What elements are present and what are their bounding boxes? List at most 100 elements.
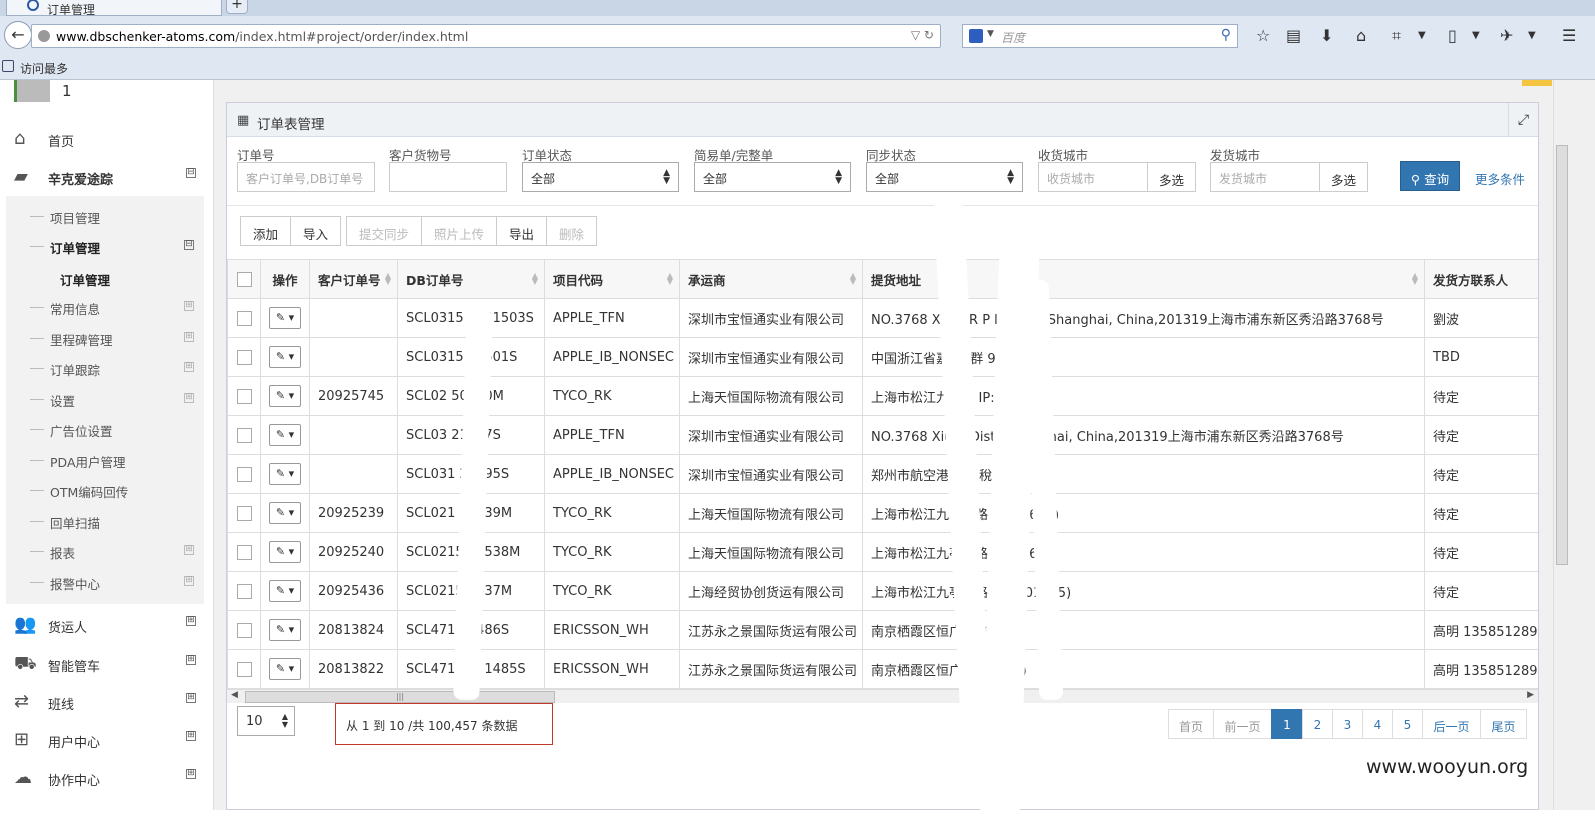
table-row[interactable]: ✎ ▾ 20925239 SCL021 50539M TYCO_RK 上海天恒国际物流有… <box>227 493 1538 533</box>
chevron-down-icon[interactable]: ▼ <box>1528 30 1536 41</box>
status-select[interactable]: 全部 ▲ ▼ <box>522 162 679 192</box>
sidebar-leaf-order-manage[interactable]: 订单管理 <box>60 270 200 289</box>
edit-icon[interactable]: ✎ ▾ <box>269 346 301 368</box>
expand-icon[interactable]: ⊞ <box>184 393 194 403</box>
row-checkbox[interactable] <box>227 337 261 377</box>
edit-icon[interactable]: ✎ ▾ <box>269 307 301 329</box>
table-row[interactable]: ✎ ▾ SCL0315 21501S APPLE_IB_NONSEC 深圳市宝恒通实业… <box>227 337 1538 377</box>
row-checkbox[interactable] <box>227 610 261 650</box>
edit-icon[interactable]: ✎ ▾ <box>269 424 301 446</box>
page-size-select[interactable]: 10 ▲ ▼ <box>237 706 295 736</box>
sidebar-item-scan[interactable]: 回单扫描 <box>6 507 204 535</box>
expand-icon[interactable]: ⊞ <box>186 693 196 703</box>
row-checkbox[interactable] <box>227 649 261 689</box>
expand-icon[interactable]: ⊞ <box>184 332 194 342</box>
edit-icon[interactable]: ✎ ▾ <box>269 658 301 680</box>
col-header-sortable[interactable]: 客户订单号 ▲ ▼ <box>309 259 398 299</box>
order-no-input[interactable]: 客户订单号,DB订单号 <box>237 162 375 192</box>
query-button[interactable]: ⚲ 查询 <box>1400 161 1460 191</box>
row-action-dropdown[interactable]: ✎ ▾ <box>260 571 310 611</box>
expand-icon[interactable]: ⊞ <box>186 655 196 665</box>
crop-icon[interactable]: ⌗ <box>1392 26 1401 46</box>
search-icon[interactable]: ⚲ <box>1221 27 1231 43</box>
row-checkbox[interactable] <box>227 532 261 572</box>
page-next[interactable]: 后一页 <box>1422 709 1481 739</box>
row-action-dropdown[interactable]: ✎ ▾ <box>260 298 310 338</box>
col-header-sortable[interactable]: 项目代码 ▲ ▼ <box>544 259 680 299</box>
cust-no-input[interactable] <box>389 162 507 192</box>
expand-icon[interactable]: ⊞ <box>186 731 196 741</box>
chevron-down-icon[interactable]: ▼ <box>1472 30 1480 41</box>
table-row[interactable]: ✎ ▾ 20813822 SCL471508 1485S ERICSSON_WH 江苏永… <box>227 649 1538 689</box>
sidebar-item-project[interactable]: 项目管理 <box>6 202 204 230</box>
row-checkbox[interactable] <box>227 415 261 455</box>
table-row[interactable]: ✎ ▾ 20925745 SCL02 50540M TYCO_RK 上海天恒国际物流有限… <box>227 376 1538 416</box>
send-city-input[interactable]: 发货城市 <box>1210 162 1320 192</box>
row-action-dropdown[interactable]: ✎ ▾ <box>260 337 310 377</box>
menu-icon[interactable]: ☰ <box>1562 26 1576 45</box>
add-button[interactable]: 添加 <box>240 216 291 246</box>
horizontal-scrollbar[interactable]: ◀ ||| ▶ <box>227 689 1538 703</box>
edit-icon[interactable]: ✎ ▾ <box>269 502 301 524</box>
avatar[interactable] <box>14 80 50 102</box>
device-icon[interactable]: ▯ <box>1448 26 1457 45</box>
row-checkbox[interactable] <box>227 571 261 611</box>
simple-select[interactable]: 全部 ▲ ▼ <box>694 162 851 192</box>
expand-icon[interactable]: ⊞ <box>184 576 194 586</box>
table-row[interactable]: ✎ ▾ 20925240 SCL0215 50538M TYCO_RK 上海天恒国际物流… <box>227 532 1538 572</box>
expand-icon[interactable]: ⊞ <box>184 545 194 555</box>
back-icon[interactable]: ← <box>4 21 32 49</box>
edit-icon[interactable]: ✎ ▾ <box>269 463 301 485</box>
table-row[interactable]: ✎ ▾ 20813824 SCL4715 1486S ERICSSON_WH 江苏永之景… <box>227 610 1538 650</box>
row-checkbox[interactable] <box>227 454 261 494</box>
scroll-thumb[interactable]: ||| <box>245 691 555 703</box>
edit-icon[interactable]: ✎ ▾ <box>269 619 301 641</box>
reader-icon[interactable]: ▤ <box>1286 26 1301 45</box>
recv-city-multi-button[interactable]: 多选 <box>1147 162 1196 192</box>
more-conditions-link[interactable]: 更多条件 <box>1475 169 1525 188</box>
sidebar-item-alarm[interactable]: 报警中心 ⊞ <box>6 568 204 596</box>
expand-icon[interactable]: ⊞ <box>186 769 196 779</box>
delete-button[interactable]: 删除 <box>546 216 597 246</box>
photo-upload-button[interactable]: 照片上传 <box>421 216 497 246</box>
expand-icon[interactable]: ⊞ <box>184 301 194 311</box>
new-tab-button[interactable]: + <box>226 0 248 14</box>
page-4[interactable]: 4 <box>1362 709 1393 739</box>
select-all-checkbox[interactable] <box>227 259 261 299</box>
row-action-dropdown[interactable]: ✎ ▾ <box>260 649 310 689</box>
chevron-down-icon[interactable]: ▼ <box>987 29 994 39</box>
browser-tab[interactable]: 订单管理 <box>6 0 222 16</box>
export-button[interactable]: 导出 <box>496 216 547 246</box>
page-2[interactable]: 2 <box>1302 709 1333 739</box>
sidebar-item-orders[interactable]: 订单管理 ⊟ <box>6 232 204 260</box>
scroll-right-icon[interactable]: ▶ <box>1527 690 1534 700</box>
sidebar-item-route[interactable]: ⇄ 班线 ⊞ <box>0 683 214 719</box>
table-row[interactable]: ✎ ▾ 20925436 SCL0215 0537M TYCO_RK 上海经贸协创货运有… <box>227 571 1538 611</box>
sync-select[interactable]: 全部 ▲ ▼ <box>866 162 1023 192</box>
scroll-thumb[interactable] <box>1556 145 1568 565</box>
col-header-sortable[interactable]: DB订单号 ▲ ▼ <box>397 259 545 299</box>
expand-icon[interactable]: ⊞ <box>186 616 196 626</box>
row-action-dropdown[interactable]: ✎ ▾ <box>260 610 310 650</box>
bookmark-most-visited[interactable]: 访问最多 <box>20 60 68 77</box>
download-icon[interactable]: ⬇ <box>1320 26 1333 45</box>
table-row[interactable]: ✎ ▾ SCL03 21497S APPLE_TFN 深圳市宝恒通实业有限公司 NO.3… <box>227 415 1538 455</box>
row-action-dropdown[interactable]: ✎ ▾ <box>260 376 310 416</box>
col-header-sortable[interactable]: 承运商 ▲ ▼ <box>679 259 863 299</box>
row-action-dropdown[interactable]: ✎ ▾ <box>260 532 310 572</box>
search-box[interactable]: ▼ 百度 ⚲ <box>962 24 1238 48</box>
sidebar-item-pda[interactable]: PDA用户管理 <box>6 446 204 474</box>
row-checkbox[interactable] <box>227 376 261 416</box>
sidebar-item-otm[interactable]: OTM编码回传 <box>6 476 204 504</box>
row-checkbox[interactable] <box>227 493 261 533</box>
sidebar-item-milestone[interactable]: 里程碑管理 ⊞ <box>6 324 204 352</box>
table-row[interactable]: ✎ ▾ SCL031 21495S APPLE_IB_NONSEC 深圳市宝恒通实业有… <box>227 454 1538 494</box>
sidebar-item-common[interactable]: 常用信息 ⊞ <box>6 293 204 321</box>
page-5[interactable]: 5 <box>1392 709 1423 739</box>
sidebar-item-settings[interactable]: 设置 ⊞ <box>6 385 204 413</box>
star-icon[interactable]: ☆ <box>1256 26 1270 45</box>
row-action-dropdown[interactable]: ✎ ▾ <box>260 493 310 533</box>
collapse-icon[interactable]: ⊟ <box>186 168 196 178</box>
sidebar-item-ads[interactable]: 广告位设置 <box>6 415 204 443</box>
import-button[interactable]: 导入 <box>290 216 341 246</box>
